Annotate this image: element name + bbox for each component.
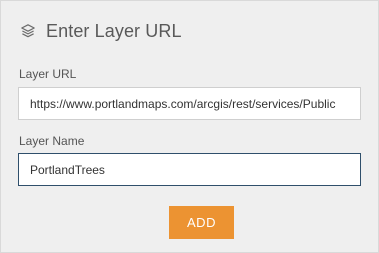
layer-url-input[interactable]: [18, 87, 361, 120]
layer-name-label: Layer Name: [19, 134, 85, 148]
layer-url-label: Layer URL: [19, 67, 77, 81]
panel-header: Enter Layer URL: [19, 19, 182, 43]
layer-name-input[interactable]: [18, 153, 361, 186]
add-layer-url-panel: Enter Layer URL Layer URL Layer Name ADD: [0, 0, 379, 253]
panel-title: Enter Layer URL: [46, 20, 182, 41]
layers-icon: [19, 22, 37, 40]
add-button[interactable]: ADD: [169, 206, 234, 239]
